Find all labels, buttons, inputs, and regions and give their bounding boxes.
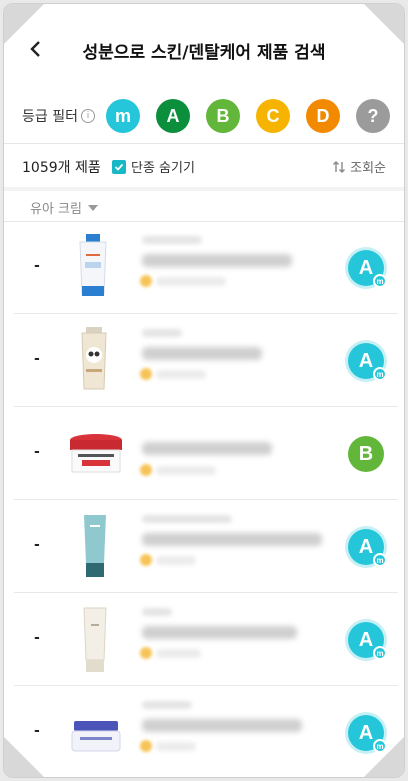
grade-badge: Am <box>348 622 387 660</box>
list-item[interactable]: - Am <box>14 501 398 593</box>
list-item[interactable]: - Am <box>14 687 398 777</box>
product-image <box>83 607 107 672</box>
rank: - <box>34 258 40 274</box>
product-image <box>84 515 106 577</box>
sort-label: 조회순 <box>350 161 386 176</box>
list-item[interactable]: - Am <box>14 594 398 686</box>
divider <box>4 187 404 191</box>
product-image <box>79 234 107 296</box>
category-label: 유아 크림 <box>30 202 82 217</box>
product-count: 1059개 제품 <box>22 160 101 176</box>
grade-filter-a[interactable]: A <box>156 99 190 133</box>
product-info-blurred <box>134 222 334 313</box>
category-row: 유아 크림 <box>4 192 404 222</box>
rank: - <box>34 444 40 460</box>
page-title: 성분으로 스킨/덴탈케어 제품 검색 <box>82 43 326 63</box>
grade-filter-d[interactable]: D <box>306 99 340 133</box>
list-item[interactable]: - B <box>14 408 398 500</box>
sort-icon <box>333 160 346 173</box>
hide-discontinued-label: 단종 숨기기 <box>131 161 195 176</box>
grade-badge: Am <box>348 250 387 288</box>
product-info-blurred <box>134 594 334 685</box>
grade-filter-c[interactable]: C <box>256 99 290 133</box>
product-info-blurred <box>134 315 334 406</box>
rank: - <box>34 723 40 739</box>
grade-filter-label: 등급 필터 i <box>22 106 95 126</box>
list-item[interactable]: - Am <box>14 315 398 407</box>
grade-badge: Am <box>348 343 387 381</box>
rank: - <box>34 351 40 367</box>
app-frame: 성분으로 스킨/덴탈케어 제품 검색 등급 필터 i m A B C D ? 1… <box>3 3 405 778</box>
caret-down-icon <box>87 204 98 211</box>
product-image <box>70 434 122 473</box>
divider <box>4 143 404 144</box>
product-info-blurred <box>134 501 334 592</box>
sort-button[interactable]: 조회순 <box>332 157 386 176</box>
grade-badge: B <box>348 436 384 472</box>
product-image <box>81 327 107 390</box>
hide-discontinued-toggle[interactable]: 단종 숨기기 <box>112 157 195 176</box>
list-meta-row: 1059개 제품 단종 숨기기 조회순 <box>4 145 404 187</box>
grade-badge: Am <box>348 529 387 567</box>
info-icon[interactable]: i <box>80 109 95 123</box>
grade-filter-row: 등급 필터 i m A B C D ? <box>4 92 404 142</box>
grade-filter-b[interactable]: B <box>206 99 240 133</box>
checkbox-checked-icon <box>112 159 126 174</box>
rank: - <box>34 630 40 646</box>
product-info-blurred <box>134 408 334 499</box>
product-image <box>71 721 121 752</box>
header: 성분으로 스킨/덴탈케어 제품 검색 <box>4 4 404 92</box>
grade-filter-text: 등급 필터 <box>22 109 78 125</box>
product-info-blurred <box>134 687 334 777</box>
grade-badge: Am <box>348 715 387 753</box>
category-dropdown[interactable]: 유아 크림 <box>30 198 98 217</box>
grade-filter-m[interactable]: m <box>106 99 140 133</box>
list-item[interactable]: - Am <box>14 222 398 314</box>
rank: - <box>34 537 40 553</box>
grade-filter-unknown[interactable]: ? <box>356 99 390 133</box>
